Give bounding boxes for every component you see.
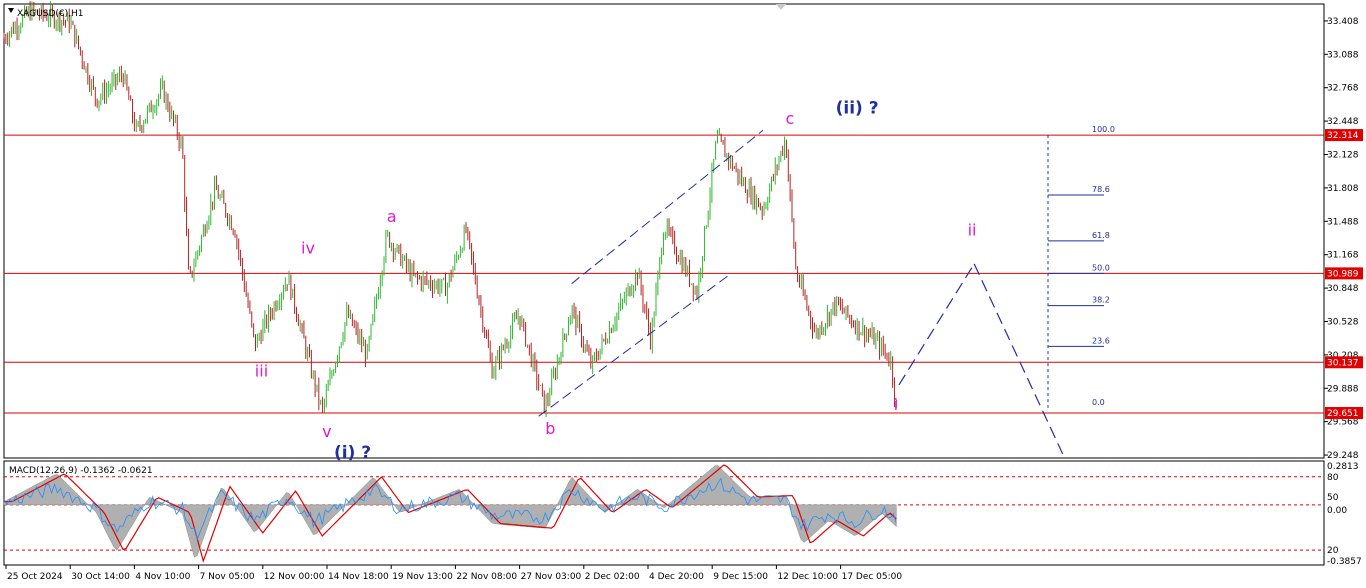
time-tick-label: 4 Nov 10:00 [135,572,190,582]
fib-level-label: 23.6 [1092,336,1110,345]
price-tick-label: 30.528 [1327,317,1359,327]
fib-level-label: 0.0 [1092,398,1105,407]
time-tick-label: 4 Dec 20:00 [649,572,704,582]
time-tick-label: 12 Nov 00:00 [264,572,325,582]
forex-chart[interactable]: 100.078.661.850.038.223.60.0 iiiivv(i) ?… [0,0,1366,588]
macd-tick-label: 20 [1327,546,1339,556]
symbol-label: XAGUSD(€),H1 [17,9,83,19]
level-price-tag-label: 32.314 [1327,131,1359,141]
time-tick-label: 17 Dec 05:00 [842,572,903,582]
wave-label: ii [968,221,977,240]
fib-level-label: 78.6 [1092,185,1110,194]
time-tick-label: 7 Nov 05:00 [200,572,255,582]
time-tick-label: 25 Oct 2024 [7,572,63,582]
level-price-tag-label: 30.137 [1327,358,1359,368]
wave-label: (i) ? [334,443,371,463]
level-price-tag-label: 30.989 [1327,269,1359,279]
wave-label: v [322,422,331,441]
macd-tick-label: 50 [1327,493,1339,503]
fib-level-label: 61.8 [1092,231,1110,240]
wave-label: iii [255,362,268,381]
price-tick-label: 29.888 [1327,384,1359,394]
time-tick-label: 12 Dec 10:00 [777,572,838,582]
macd-tick-label: 0.00 [1327,506,1347,516]
price-tick-label: 29.568 [1327,418,1359,428]
wave-label: c [785,109,794,128]
price-tick-label: 32.448 [1327,117,1359,127]
fib-level-label: 100.0 [1092,125,1115,134]
price-tick-label: 30.848 [1327,284,1359,294]
price-tick-label: 31.808 [1327,184,1359,194]
price-tick-label: 32.128 [1327,150,1359,160]
time-tick-label: 22 Nov 08:00 [456,572,517,582]
wave-label: a [387,207,397,226]
fib-level-label: 38.2 [1092,296,1110,305]
time-tick-label: 27 Nov 03:00 [521,572,582,582]
macd-label: MACD(12,26,9) -0.1362 -0.0621 [9,466,153,476]
macd-tick-label: -0.3857 [1327,557,1362,567]
time-tick-label: 14 Nov 18:00 [328,572,389,582]
macd-tick-label: 80 [1327,473,1339,483]
fib-level-label: 50.0 [1092,263,1110,272]
price-tick-label: 32.768 [1327,84,1359,94]
price-tick-label: 33.408 [1327,17,1359,27]
wave-label: (ii) ? [836,99,879,119]
level-price-tag-label: 29.651 [1327,409,1359,419]
price-tick-label: 31.168 [1327,251,1359,261]
time-tick-label: 30 Oct 14:00 [71,572,130,582]
wave-label: iv [301,238,315,257]
macd-tick-label: 0.2813 [1327,462,1359,472]
wave-label: b [545,419,555,438]
symbol-header: XAGUSD(€),H1 [8,8,83,19]
wave-label: i [894,395,898,414]
price-tick-label: 33.088 [1327,50,1359,60]
time-tick-label: 19 Nov 13:00 [392,572,453,582]
price-tick-label: 31.488 [1327,217,1359,227]
time-tick-label: 2 Dec 02:00 [585,572,640,582]
time-tick-label: 9 Dec 15:00 [713,572,768,582]
price-tick-label: 29.248 [1327,451,1359,461]
